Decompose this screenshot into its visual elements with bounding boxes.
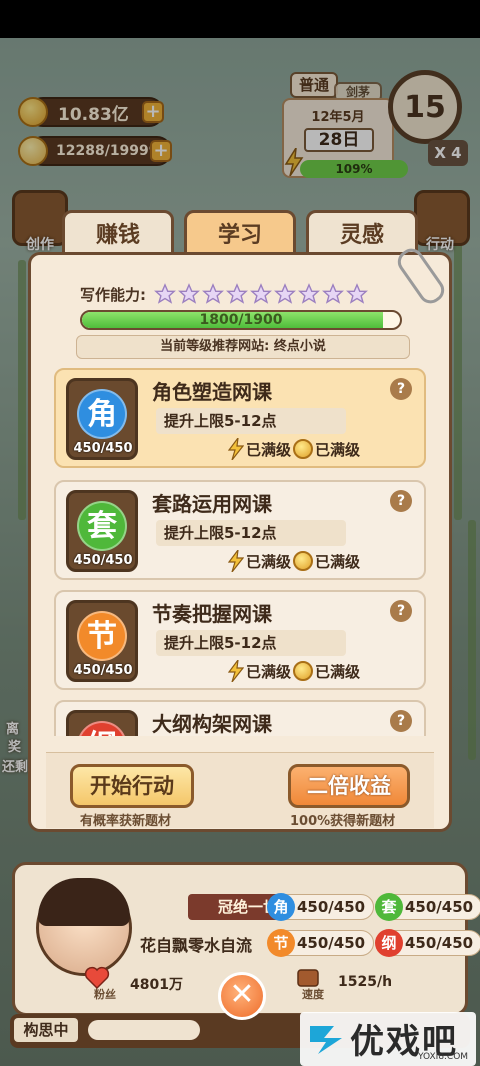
course-badge: 角 450/450	[66, 378, 138, 460]
help-icon[interactable]: ?	[390, 378, 412, 400]
course-badge: 套 450/450	[66, 490, 138, 572]
lightning-icon	[228, 550, 244, 572]
fans-value: 4801万	[130, 977, 183, 993]
course-badge: 节 450/450	[66, 600, 138, 682]
coin-status: 已满级	[315, 552, 361, 571]
course-title: 节奏把握网课	[152, 602, 272, 626]
star-icon	[202, 283, 224, 304]
ability-value: 450/450	[405, 934, 474, 952]
watermark-logo-icon	[310, 1026, 342, 1054]
star-icon	[274, 283, 296, 304]
star-icon	[250, 283, 272, 304]
start-action-subtext: 有概率获新题材	[80, 814, 172, 829]
ability-icon: 套	[375, 893, 403, 921]
skill-progress-bar: 1800/1900	[80, 310, 402, 330]
speed-label: 速度	[302, 988, 324, 1001]
coin-status: 已满级	[315, 662, 361, 681]
star-icon	[298, 283, 320, 304]
thinking-progress-bar	[88, 1020, 200, 1040]
ability-stat-chip: 套 450/450	[375, 893, 480, 921]
course-level: 450/450	[73, 441, 133, 456]
character-motto: 花自飘零水自流	[140, 936, 253, 955]
course-status: 已满级 已满级	[228, 550, 360, 572]
course-card[interactable]: 角 450/450 角色塑造网课? 提升上限5-12点已满级 已满级	[54, 368, 426, 468]
star-icon	[178, 283, 200, 304]
ability-icon: 角	[267, 893, 295, 921]
course-card[interactable]: 套 450/450 套路运用网课? 提升上限5-12点已满级 已满级	[54, 480, 426, 580]
course-icon: 节	[77, 611, 127, 661]
course-description: 提升上限5-12点	[156, 408, 346, 434]
coin-icon	[293, 439, 314, 459]
lightning-icon	[228, 438, 244, 460]
coin-icon	[293, 661, 314, 681]
course-title: 套路运用网课	[152, 492, 272, 516]
star-icon	[226, 283, 248, 304]
course-card[interactable]: 节 450/450 节奏把握网课? 提升上限5-12点已满级 已满级	[54, 590, 426, 690]
ability-icon: 节	[267, 929, 295, 957]
energy-status: 已满级	[246, 552, 292, 571]
start-action-button[interactable]: 开始行动	[70, 764, 194, 808]
course-card[interactable]: 纲450/450大纲构架网课?提升上限5-12点已满级已满级	[54, 700, 426, 736]
tab-label: 灵感	[339, 223, 384, 248]
energy-status: 已满级	[246, 440, 292, 459]
ability-stat-chip: 纲 450/450	[375, 929, 480, 957]
course-list[interactable]: 角 450/450 角色塑造网课? 提升上限5-12点 已满级 已满级套 450/450 套路…	[44, 362, 436, 736]
course-icon: 套	[77, 501, 127, 551]
writing-skill-row: 写作能力:	[80, 283, 368, 305]
help-icon[interactable]: ?	[390, 600, 412, 622]
recommended-site-text: 当前等级推荐网站: 终点小说	[76, 335, 410, 359]
star-icon	[346, 283, 368, 304]
ability-stat-chip: 节 450/450	[267, 929, 374, 957]
course-status: 已满级 已满级	[228, 660, 360, 682]
course-status: 已满级 已满级	[228, 438, 360, 460]
status-bar	[0, 0, 480, 38]
tab-label: 学习	[217, 223, 262, 248]
tab-label: 赚钱	[95, 223, 140, 248]
skill-progress-text: 1800/1900	[199, 312, 283, 328]
course-badge: 纲450/450	[66, 710, 138, 736]
course-icon: 纲	[77, 721, 127, 736]
ability-value: 450/450	[297, 898, 366, 916]
star-rating	[152, 283, 368, 305]
course-title: 角色塑造网课	[152, 380, 272, 404]
close-button[interactable]: ✕	[218, 972, 266, 1020]
course-icon: 角	[77, 389, 127, 439]
ability-icon: 纲	[375, 929, 403, 957]
ability-value: 450/450	[405, 898, 474, 916]
help-icon[interactable]: ?	[390, 490, 412, 512]
help-icon[interactable]: ?	[390, 710, 412, 732]
coin-icon	[293, 551, 314, 571]
course-level: 450/450	[73, 663, 133, 678]
coin-status: 已满级	[315, 440, 361, 459]
course-level: 450/450	[73, 553, 133, 568]
course-title: 大纲构架网课	[152, 712, 272, 736]
thinking-status: 构思中	[14, 1018, 78, 1042]
double-reward-subtext: 100%获得新题材	[290, 814, 396, 829]
energy-status: 已满级	[246, 662, 292, 681]
fans-label: 粉丝	[94, 988, 116, 1001]
skill-label: 写作能力:	[80, 285, 146, 304]
double-reward-button[interactable]: 二倍收益	[288, 764, 410, 808]
star-icon	[322, 283, 344, 304]
course-description: 提升上限5-12点	[156, 520, 346, 546]
star-icon	[154, 283, 176, 304]
watermark-subtext: YOXI8.COM	[418, 1052, 469, 1062]
course-description: 提升上限5-12点	[156, 630, 346, 656]
lightning-icon	[228, 660, 244, 682]
ability-value: 450/450	[297, 934, 366, 952]
speed-value: 1525/h	[338, 974, 393, 990]
ability-stat-chip: 角 450/450	[267, 893, 374, 921]
